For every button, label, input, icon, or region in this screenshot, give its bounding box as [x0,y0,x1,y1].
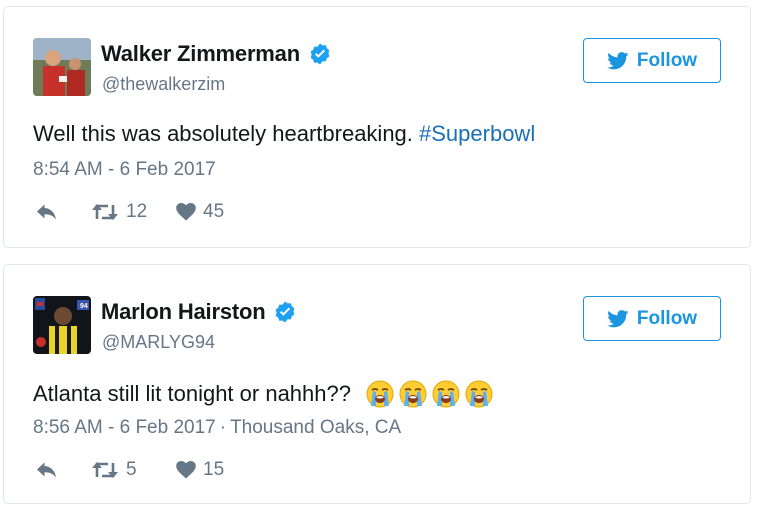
author-name[interactable]: Marlon Hairston [101,299,266,325]
tweet-actions: 5 15 [36,459,224,481]
avatar[interactable] [33,38,91,96]
verified-badge-icon [310,43,330,65]
tweet-text-body: Atlanta still lit tonight or nahhh?? [33,381,358,406]
avatar[interactable]: 94 [33,296,91,354]
tweet-card: Walker Zimmerman @thewalkerzim Follow We… [3,6,751,248]
svg-text:94: 94 [80,303,88,310]
tweet-text-body: Well this was absolutely heartbreaking. [33,121,420,146]
like-button[interactable]: 15 [176,459,224,481]
follow-button-label: Follow [636,49,698,71]
loudly-crying-face-icon [399,380,427,408]
reply-icon [37,204,56,220]
verified-badge-icon [276,301,295,323]
meta-separator: · [219,417,227,438]
retweet-button[interactable]: 12 [91,201,176,223]
tweet-actions: 12 45 [36,201,224,223]
retweet-count: 12 [126,201,148,222]
tweet-text: Atlanta still lit tonight or nahhh?? [33,379,497,409]
twitter-bird-icon [607,51,629,69]
timestamp[interactable]: 8:54 AM - 6 Feb 2017 [33,159,216,180]
retweet-icon [92,462,118,478]
emoji-row [365,379,497,409]
author-name-line: Walker Zimmerman [101,41,332,67]
retweet-icon [92,204,118,220]
like-count: 45 [203,201,225,222]
retweet-button[interactable]: 5 [91,459,176,481]
follow-button-label: Follow [636,307,698,329]
reply-button[interactable] [36,203,91,221]
loudly-crying-face-icon [465,380,493,408]
location[interactable]: Thousand Oaks, CA [230,417,401,438]
follow-button[interactable]: Follow [583,296,721,341]
author-handle[interactable]: @MARLYG94 [102,332,215,353]
twitter-bird-icon [607,309,629,327]
author-handle[interactable]: @thewalkerzim [102,74,225,95]
retweet-count: 5 [126,459,137,480]
loudly-crying-face-icon [432,380,460,408]
author-name[interactable]: Walker Zimmerman [101,41,300,67]
like-count: 15 [203,459,225,480]
hashtag-link[interactable]: #Superbowl [419,121,535,147]
tweet-text: Well this was absolutely heartbreaking. … [33,121,535,147]
follow-button[interactable]: Follow [583,38,721,83]
timestamp[interactable]: 8:56 AM - 6 Feb 2017 [33,417,216,438]
tweet-card: 94 Marlon Hairston @MARLYG94 Follow Atla… [3,264,751,504]
like-button[interactable]: 45 [176,201,224,223]
heart-icon [176,461,196,479]
reply-button[interactable] [36,461,91,479]
loudly-crying-face-icon [366,380,394,408]
tweet-meta: 8:54 AM - 6 Feb 2017 [33,159,216,181]
heart-icon [176,203,196,221]
reply-icon [37,462,56,478]
tweet-meta: 8:56 AM - 6 Feb 2017 · Thousand Oaks, CA [33,417,401,439]
author-name-line: Marlon Hairston [101,299,297,325]
